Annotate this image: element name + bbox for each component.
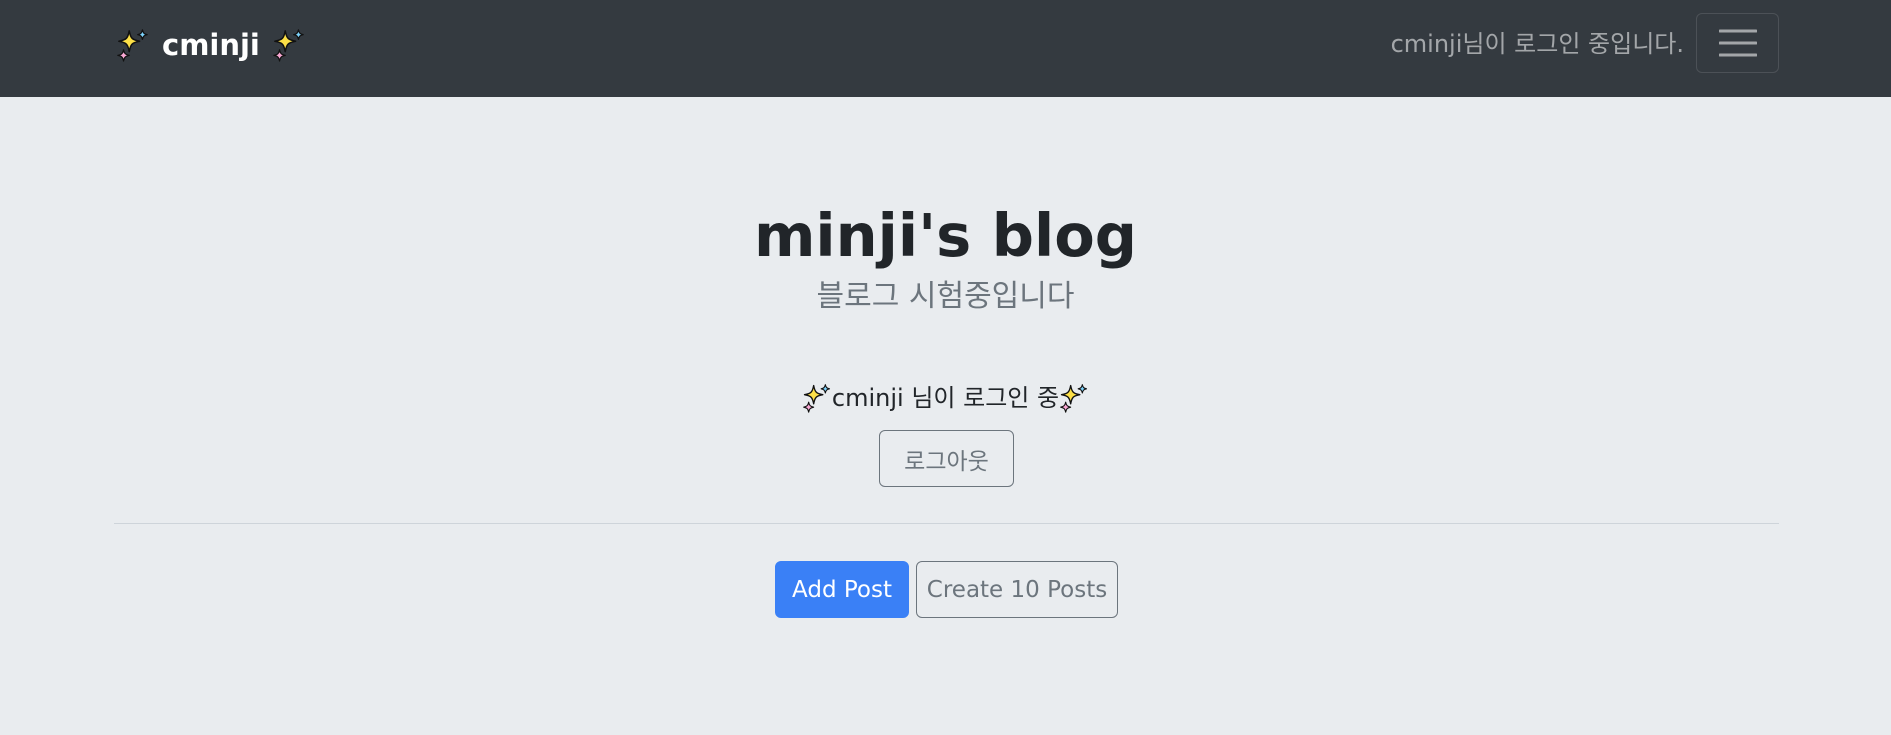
login-message: cminji 님이 로그인 중 xyxy=(0,381,1891,415)
create-10-posts-button[interactable]: Create 10 Posts xyxy=(916,561,1118,618)
brand-link[interactable]: cminji xyxy=(116,23,306,67)
add-post-button[interactable]: Add Post xyxy=(775,561,909,618)
sparkles-icon xyxy=(802,383,832,413)
login-message-text: cminji 님이 로그인 중 xyxy=(831,384,1060,412)
sparkles-icon xyxy=(116,28,150,62)
logout-button[interactable]: 로그아웃 xyxy=(879,430,1014,487)
page-title: minji's blog xyxy=(753,201,1138,270)
hamburger-menu-icon xyxy=(1719,29,1757,57)
sparkles-icon xyxy=(1059,383,1089,413)
login-status-text: cminji님이 로그인 중입니다. xyxy=(1390,30,1684,58)
navbar: cminji cminji님이 로그인 중입니다. xyxy=(0,0,1891,97)
sparkles-icon xyxy=(272,28,306,62)
divider xyxy=(114,523,1779,524)
menu-toggle-button[interactable] xyxy=(1696,13,1779,73)
page-subtitle: 블로그 시험중입니다 xyxy=(816,279,1075,314)
brand-name: cminji xyxy=(162,28,260,62)
